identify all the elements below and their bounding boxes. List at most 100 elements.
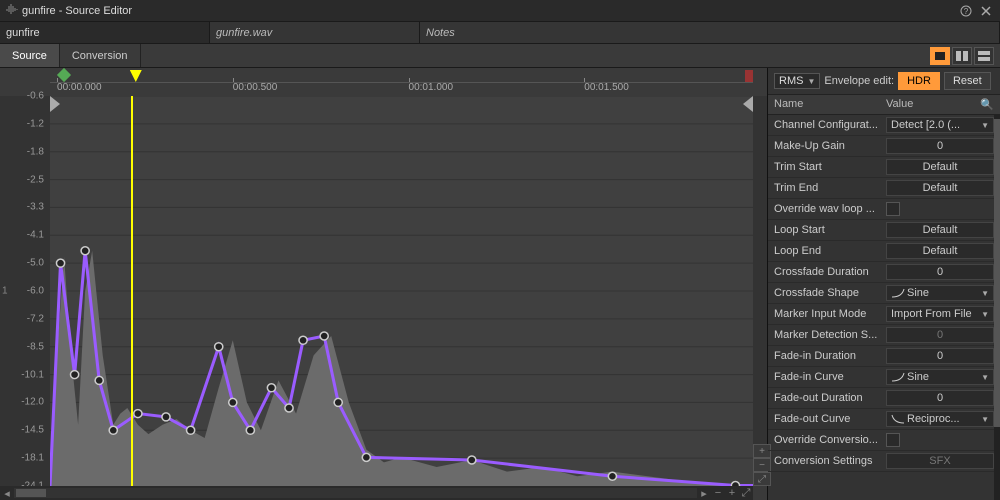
property-name: Channel Configurat... <box>774 119 886 131</box>
titlebar: gunfire - Source Editor ? <box>0 0 1000 22</box>
property-name: Conversion Settings <box>774 455 886 467</box>
peak-mode-dropdown[interactable]: RMS▼ <box>774 73 820 89</box>
property-checkbox[interactable] <box>886 433 900 447</box>
property-name: Crossfade Duration <box>774 266 886 278</box>
time-tick: 00:00.500 <box>233 82 278 93</box>
tab-conversion[interactable]: Conversion <box>60 44 141 67</box>
property-checkbox[interactable] <box>886 202 900 216</box>
property-name: Override wav loop ... <box>774 203 886 215</box>
hscroll-thumb[interactable] <box>16 489 46 497</box>
property-value[interactable]: 0 <box>886 138 994 154</box>
range-end-marker-icon[interactable] <box>743 96 753 112</box>
property-curve-dropdown[interactable]: Reciproc...▼ <box>886 411 994 427</box>
zoom-fit-horiz-button[interactable]: ⤢ <box>739 486 753 500</box>
properties-list: Channel Configurat...Detect [2.0 (...▼Ma… <box>768 115 1000 500</box>
property-name: Make-Up Gain <box>774 140 886 152</box>
end-marker-icon[interactable] <box>745 70 753 82</box>
source-file-field[interactable]: gunfire.wav <box>210 22 420 43</box>
property-row: Override Conversio... <box>768 430 1000 451</box>
property-row: Fade-out Duration0 <box>768 388 1000 409</box>
property-name: Marker Detection S... <box>774 329 886 341</box>
waveform-panel: 00:00.000 00:00.500 00:01.000 00:01.500 … <box>0 68 768 500</box>
reset-button[interactable]: Reset <box>944 72 991 90</box>
property-row: Marker Input ModeImport From File▼ <box>768 304 1000 325</box>
db-tick: -6.0 <box>27 286 44 297</box>
property-row: Make-Up Gain0 <box>768 136 1000 157</box>
hdr-toggle-button[interactable]: HDR <box>898 72 940 90</box>
db-tick: -8.5 <box>27 341 44 352</box>
tab-source[interactable]: Source <box>0 44 60 67</box>
header-fields: gunfire gunfire.wav Notes <box>0 22 1000 44</box>
db-tick: -5.0 <box>27 258 44 269</box>
vertical-zoom-bar: + − ⤢ <box>753 96 767 486</box>
property-row: Marker Detection S...0 <box>768 325 1000 346</box>
property-value[interactable]: Default <box>886 180 994 196</box>
column-value: Value <box>886 98 980 111</box>
property-value[interactable]: 0 <box>886 327 994 343</box>
property-dropdown[interactable]: Import From File▼ <box>886 306 994 322</box>
db-tick: -10.1 <box>21 369 44 380</box>
main-area: 00:00.000 00:00.500 00:01.000 00:01.500 … <box>0 68 1000 500</box>
property-value[interactable]: 0 <box>886 264 994 280</box>
envelope-edit-label: Envelope edit: <box>824 75 894 87</box>
property-name: Marker Input Mode <box>774 308 886 320</box>
property-value[interactable]: 0 <box>886 390 994 406</box>
property-row: Channel Configurat...Detect [2.0 (...▼ <box>768 115 1000 136</box>
zoom-out-horiz-button[interactable]: − <box>711 486 725 500</box>
view-single-button[interactable] <box>930 47 950 65</box>
tabs-row: Source Conversion <box>0 44 1000 68</box>
db-tick: -4.1 <box>27 230 44 241</box>
property-dropdown[interactable]: Detect [2.0 (...▼ <box>886 117 994 133</box>
property-name: Trim End <box>774 182 886 194</box>
properties-scrollbar[interactable] <box>994 115 1000 500</box>
notes-field[interactable]: Notes <box>420 22 1000 43</box>
property-value[interactable]: SFX <box>886 453 994 469</box>
close-icon[interactable] <box>978 3 994 19</box>
search-icon[interactable]: 🔍 <box>980 98 994 111</box>
vscroll-track[interactable] <box>753 96 767 444</box>
properties-panel: RMS▼ Envelope edit: HDR Reset Name Value… <box>768 68 1000 500</box>
playhead-handle-icon[interactable] <box>57 68 71 82</box>
db-axis: 1 -0.6-1.2-1.8-2.5-3.3-4.1-5.0-6.0-7.2-8… <box>0 96 50 486</box>
property-row: Loop StartDefault <box>768 220 1000 241</box>
property-value[interactable]: Default <box>886 222 994 238</box>
properties-toolbar: RMS▼ Envelope edit: HDR Reset <box>768 68 1000 95</box>
zoom-in-horiz-button[interactable]: + <box>725 486 739 500</box>
property-curve-dropdown[interactable]: Sine▼ <box>886 285 994 301</box>
property-name: Fade-in Curve <box>774 371 886 383</box>
property-value[interactable]: 0 <box>886 348 994 364</box>
channel-label: 1 <box>2 286 8 297</box>
property-name: Fade-in Duration <box>774 350 886 362</box>
property-name: Override Conversio... <box>774 434 886 446</box>
view-split-h-button[interactable] <box>974 47 994 65</box>
db-tick: -7.2 <box>27 313 44 324</box>
scroll-left-button[interactable]: ◂ <box>0 486 14 500</box>
property-name: Trim Start <box>774 161 886 173</box>
waveform-chart[interactable] <box>50 96 753 486</box>
playhead-line[interactable] <box>131 96 133 486</box>
db-tick: -12.0 <box>21 397 44 408</box>
view-split-v-button[interactable] <box>952 47 972 65</box>
loop-marker-icon[interactable] <box>130 70 142 82</box>
db-tick: -3.3 <box>27 202 44 213</box>
scroll-right-button[interactable]: ▸ <box>697 486 711 500</box>
db-tick: -18.1 <box>21 453 44 464</box>
column-name: Name <box>774 98 886 111</box>
help-icon[interactable]: ? <box>958 3 974 19</box>
timeline-ruler[interactable]: 00:00.000 00:00.500 00:01.000 00:01.500 <box>50 68 753 96</box>
hscroll-track[interactable] <box>14 488 697 498</box>
property-row: Crossfade ShapeSine▼ <box>768 283 1000 304</box>
property-row: Fade-in CurveSine▼ <box>768 367 1000 388</box>
view-mode-buttons <box>930 44 1000 67</box>
property-value[interactable]: Default <box>886 243 994 259</box>
property-row: Trim StartDefault <box>768 157 1000 178</box>
property-row: Fade-out CurveReciproc...▼ <box>768 409 1000 430</box>
time-tick: 00:01.000 <box>409 82 454 93</box>
app-logo-icon <box>6 3 18 18</box>
property-row: Override wav loop ... <box>768 199 1000 220</box>
property-row: Trim EndDefault <box>768 178 1000 199</box>
range-start-marker-icon[interactable] <box>50 96 60 112</box>
property-curve-dropdown[interactable]: Sine▼ <box>886 369 994 385</box>
source-name-field[interactable]: gunfire <box>0 22 210 43</box>
property-value[interactable]: Default <box>886 159 994 175</box>
